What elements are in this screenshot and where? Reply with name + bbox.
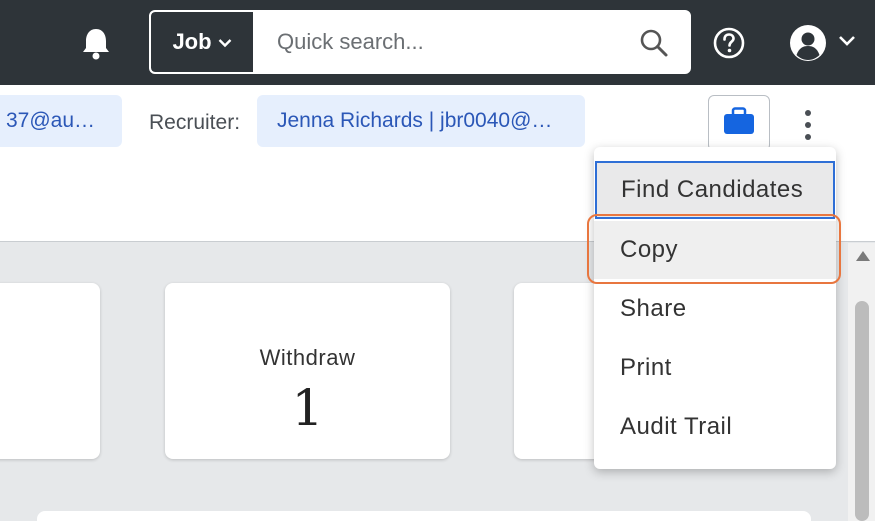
- status-card-count: 1: [291, 379, 324, 437]
- menu-item-find-candidates[interactable]: Find Candidates: [595, 161, 835, 219]
- user-avatar-icon[interactable]: [789, 24, 827, 62]
- recruiter-chip[interactable]: Jenna Richards | jbr0040@…: [257, 95, 585, 147]
- search-input[interactable]: [255, 12, 635, 72]
- briefcase-button[interactable]: [708, 95, 770, 151]
- menu-item-print[interactable]: Print: [594, 339, 836, 397]
- status-card-title: Withdraw: [259, 345, 356, 370]
- chevron-down-icon: [218, 35, 232, 51]
- scrollbar-thumb[interactable]: [855, 301, 869, 521]
- briefcase-icon: [723, 106, 755, 140]
- menu-item-share[interactable]: Share: [594, 280, 836, 338]
- search-icon[interactable]: [639, 28, 669, 58]
- menu-item-audit-trail[interactable]: Audit Trail: [594, 398, 836, 456]
- scroll-up-arrow-icon[interactable]: [856, 251, 870, 261]
- search-scope-dropdown[interactable]: Job: [151, 12, 253, 72]
- email-chip[interactable]: 37@au…: [0, 95, 122, 147]
- more-options-icon[interactable]: [796, 107, 820, 143]
- help-icon[interactable]: [712, 26, 746, 60]
- search-scope-label: Job: [172, 29, 212, 54]
- quick-search-box: Job: [149, 10, 691, 74]
- top-navigation-bar: Job: [0, 0, 875, 85]
- bell-icon[interactable]: [80, 26, 112, 60]
- status-card[interactable]: [0, 283, 100, 459]
- details-panel: [37, 511, 811, 521]
- actions-menu: Find Candidates Copy Share Print Audit T…: [594, 147, 836, 469]
- status-card-withdraw[interactable]: Withdraw 1: [165, 283, 450, 459]
- recruiter-label: Recruiter:: [149, 111, 241, 134]
- chevron-down-icon[interactable]: [838, 34, 856, 46]
- copy-highlight-outline: [587, 214, 841, 284]
